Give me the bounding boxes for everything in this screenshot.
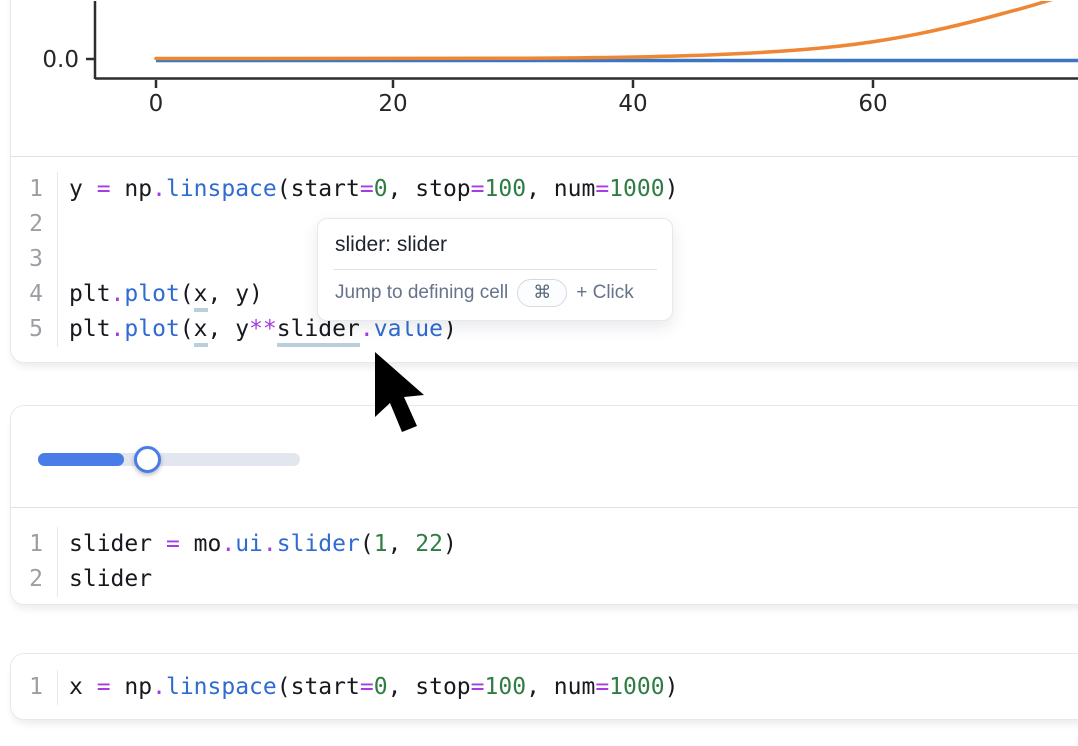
code-token: y (69, 176, 97, 202)
x-tick-label: 40 (618, 91, 647, 117)
command-key-icon: ⌘ (517, 279, 567, 307)
line-number: 3 (11, 242, 58, 277)
line-number: 5 (11, 312, 58, 347)
code-line[interactable]: 1x = np.linspace(start=0, stop=100, num=… (11, 670, 1078, 705)
code-token: = (97, 674, 111, 700)
code-token: 1 (374, 531, 388, 557)
slider-widget[interactable] (38, 446, 300, 473)
code-token: , (388, 531, 416, 557)
slider-fill (38, 453, 124, 466)
code-token: = (360, 674, 374, 700)
notebook-page: { "chart_data": { "type": "line", "title… (0, 0, 1078, 746)
code-token: = (166, 531, 180, 557)
code-token: , stop (388, 176, 471, 202)
line-number: 4 (11, 277, 58, 312)
code-token: , num (526, 176, 595, 202)
code-token: plot (124, 316, 179, 342)
code-token: 22 (415, 531, 443, 557)
code-token: ui (235, 531, 263, 557)
x-tick-label: 60 (858, 91, 887, 117)
notebook-cell-slider: 1slider = mo.ui.slider(1, 22)2slider (10, 405, 1078, 605)
code-token: (start (277, 176, 360, 202)
code-token: . (152, 176, 166, 202)
code-token: . (221, 531, 235, 557)
code-token: slider (69, 531, 166, 557)
code-token: slider (277, 531, 360, 557)
code-token: = (471, 176, 485, 202)
code-token: ) (665, 674, 679, 700)
mouse-cursor-icon (360, 348, 440, 443)
slider-thumb[interactable] (134, 446, 161, 473)
tooltip-action-suffix: + Click (576, 282, 634, 304)
code-token: np (111, 176, 153, 202)
x-tick-label: 20 (378, 91, 407, 117)
code-token: 100 (485, 674, 527, 700)
code-editor-2[interactable]: 1slider = mo.ui.slider(1, 22)2slider (11, 508, 1078, 597)
slider-track[interactable] (38, 453, 300, 466)
code-token: np (111, 674, 153, 700)
code-token: = (595, 176, 609, 202)
code-token: ) (665, 176, 679, 202)
code-token: = (360, 176, 374, 202)
tooltip-action-label: Jump to defining cell (335, 282, 508, 304)
code-line[interactable]: 1slider = mo.ui.slider(1, 22) (11, 527, 1078, 562)
code-token: linspace (166, 176, 277, 202)
code-token: ( (360, 531, 374, 557)
code-token: = (97, 176, 111, 202)
code-token: . (152, 674, 166, 700)
code-token: x (194, 316, 208, 347)
line-number: 1 (11, 527, 58, 562)
variable-tooltip: slider: slider Jump to defining cell ⌘ +… (317, 218, 673, 321)
code-token: = (595, 674, 609, 700)
code-token: , stop (388, 674, 471, 700)
code-token: ( (180, 281, 194, 307)
code-token: linspace (166, 674, 277, 700)
series-curve-orange (156, 1, 1065, 59)
tooltip-action-row: Jump to defining cell ⌘ + Click (318, 270, 672, 320)
matplotlib-figure: 0.0 0 20 40 60 (11, 1, 1078, 157)
code-token: x (69, 674, 97, 700)
code-token: ( (180, 316, 194, 342)
line-number: 1 (11, 172, 58, 207)
code-token: 100 (485, 176, 527, 202)
code-token: . (111, 281, 125, 307)
code-token: 0 (374, 176, 388, 202)
code-token: 0 (374, 674, 388, 700)
code-line[interactable]: 1y = np.linspace(start=0, stop=100, num=… (11, 172, 1078, 207)
code-token: plt (69, 281, 111, 307)
line-number: 1 (11, 670, 58, 705)
x-tick-label: 0 (149, 91, 164, 117)
code-token: , num (526, 674, 595, 700)
code-token: = (471, 674, 485, 700)
code-token: 1000 (609, 176, 664, 202)
plot-output: 0.0 0 20 40 60 (11, 0, 1078, 157)
tooltip-title: slider: slider (318, 219, 672, 269)
code-token: ) (443, 531, 457, 557)
code-token: ** (249, 316, 277, 342)
code-token: . (111, 316, 125, 342)
code-token: plt (69, 316, 111, 342)
code-token: . (263, 531, 277, 557)
line-number: 2 (11, 207, 58, 242)
code-token: x (194, 281, 208, 312)
code-token: , y) (208, 281, 263, 307)
code-token: , y (208, 316, 250, 342)
code-token: (start (277, 674, 360, 700)
code-token: 1000 (609, 674, 664, 700)
slider-output (11, 406, 1078, 508)
code-editor-3[interactable]: 1x = np.linspace(start=0, stop=100, num=… (11, 654, 1078, 705)
code-token: mo (180, 531, 222, 557)
code-token: plot (124, 281, 179, 307)
code-line[interactable]: 2 slider (11, 562, 1078, 597)
line-number: 2 (11, 562, 58, 597)
y-tick-label: 0.0 (42, 47, 79, 73)
notebook-cell-x: 1x = np.linspace(start=0, stop=100, num=… (10, 653, 1078, 720)
code-token: slider (69, 566, 152, 592)
